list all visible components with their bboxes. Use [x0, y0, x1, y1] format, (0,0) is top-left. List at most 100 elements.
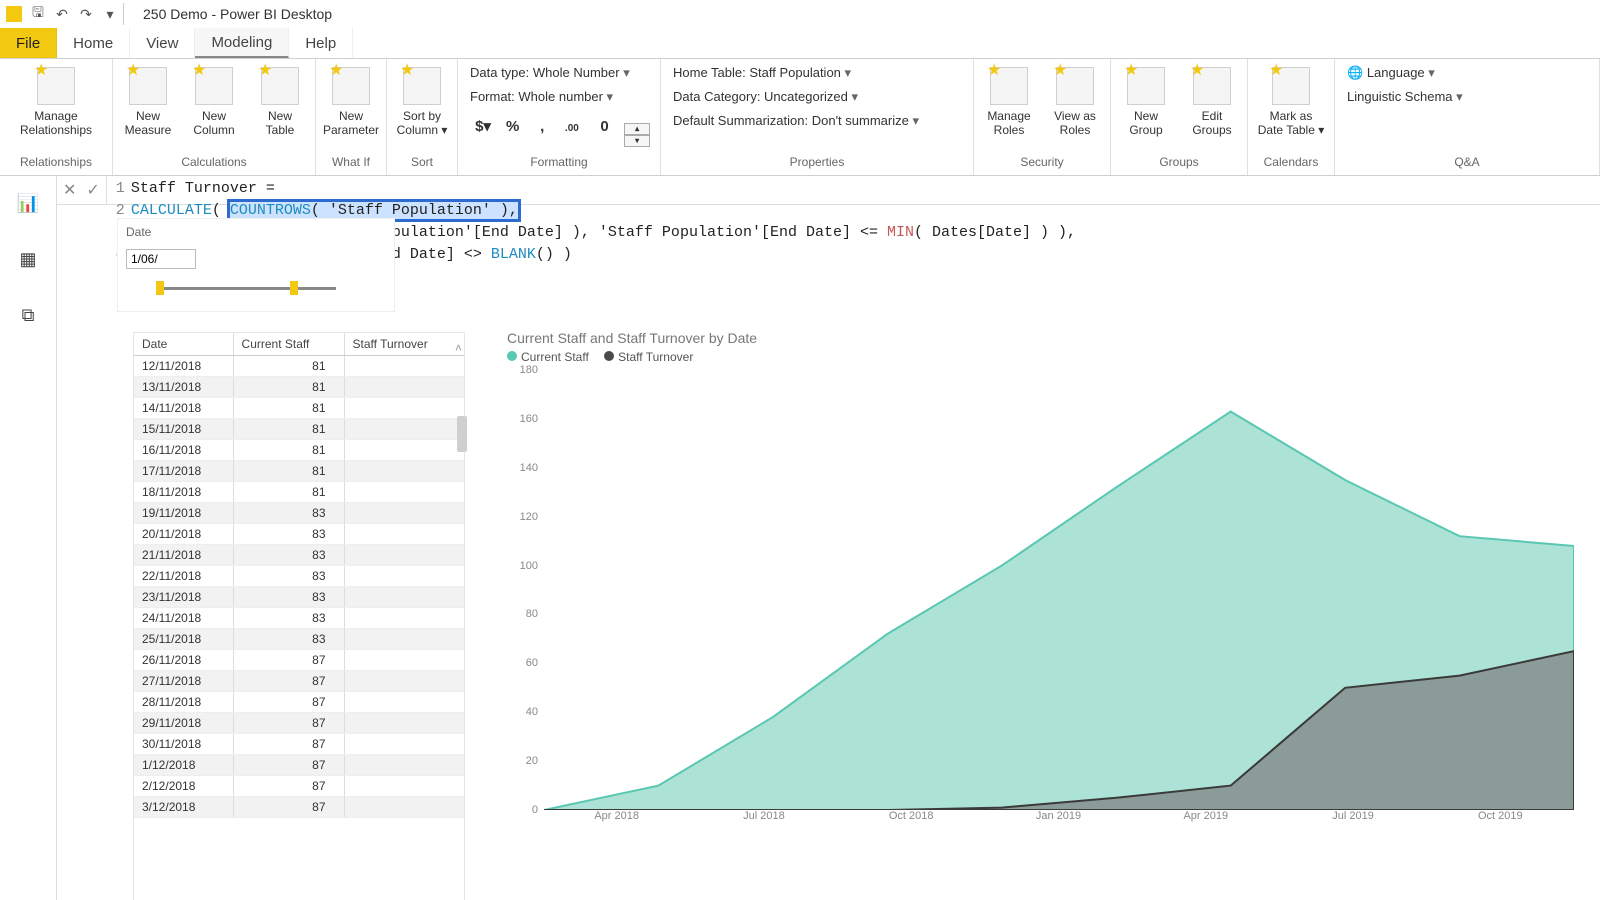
date-slicer[interactable]: Date: [117, 218, 395, 312]
table-row[interactable]: 21/11/201883: [134, 545, 464, 566]
data-type-dropdown[interactable]: Data type: Whole Number: [470, 65, 630, 80]
sort-by-column-button[interactable]: Sort by Column ▾: [393, 61, 451, 137]
chart-visual[interactable]: Current Staff and Staff Turnover by Date…: [497, 326, 1590, 900]
table-row[interactable]: 29/11/201887: [134, 713, 464, 734]
new-table-button[interactable]: New Table: [251, 61, 309, 137]
slicer-slider[interactable]: [126, 279, 336, 297]
table-row[interactable]: 15/11/201881: [134, 419, 464, 440]
table-row[interactable]: 26/11/201887: [134, 650, 464, 671]
table-row[interactable]: 20/11/201883: [134, 524, 464, 545]
table-row[interactable]: 23/11/201883: [134, 587, 464, 608]
commit-formula-button[interactable]: ✓: [86, 180, 99, 200]
mark-as-date-table-button[interactable]: Mark as Date Table ▾: [1254, 61, 1328, 137]
table-cell: [344, 692, 464, 713]
y-tick: 20: [508, 755, 538, 767]
table-row[interactable]: 2/12/201887: [134, 776, 464, 797]
label: New Parameter: [323, 109, 379, 137]
col-staff-turnover[interactable]: Staff Turnover: [344, 333, 464, 356]
decimals-input[interactable]: 0: [589, 114, 621, 140]
view-as-roles-button[interactable]: View as Roles: [1046, 61, 1104, 137]
report-canvas[interactable]: ✕ ✓ 1Staff Turnover = 2CALCULATE( COUNTR…: [57, 176, 1600, 900]
formula-editor[interactable]: 1Staff Turnover = 2CALCULATE( COUNTROWS(…: [107, 176, 1600, 204]
format-dropdown[interactable]: Format: Whole number: [470, 89, 613, 104]
table-row[interactable]: 19/11/201883: [134, 503, 464, 524]
table-cell: 81: [233, 377, 344, 398]
thousands-button[interactable]: ,: [529, 114, 555, 140]
table-visual[interactable]: ˄ Date Current Staff Staff Turnover 12/1…: [133, 332, 465, 900]
table-row[interactable]: 17/11/201881: [134, 461, 464, 482]
legend-current-staff: Current Staff: [521, 350, 589, 364]
tab-home[interactable]: Home: [57, 28, 130, 58]
x-tick: Oct 2019: [1427, 810, 1574, 832]
group-name: Security: [980, 155, 1104, 173]
slider-handle-end[interactable]: [290, 281, 298, 295]
manage-roles-button[interactable]: Manage Roles: [980, 61, 1038, 137]
table-row[interactable]: 30/11/201887: [134, 734, 464, 755]
undo-button[interactable]: ↶: [51, 3, 73, 25]
table-row[interactable]: 13/11/201881: [134, 377, 464, 398]
language-dropdown[interactable]: Language: [1367, 65, 1435, 80]
currency-button[interactable]: $▾: [470, 113, 496, 139]
table-row[interactable]: 24/11/201883: [134, 608, 464, 629]
y-tick: 0: [508, 804, 538, 816]
table-cell: 27/11/2018: [134, 671, 233, 692]
table-row[interactable]: 12/11/201881: [134, 356, 464, 377]
table-row[interactable]: 14/11/201881: [134, 398, 464, 419]
redo-button[interactable]: ↷: [75, 3, 97, 25]
col-current-staff[interactable]: Current Staff: [233, 333, 344, 356]
linguistic-schema-dropdown[interactable]: Linguistic Schema: [1347, 89, 1463, 104]
table-row[interactable]: 1/12/201887: [134, 755, 464, 776]
decimal-inc-button[interactable]: .00: [559, 116, 585, 142]
table-cell: [344, 356, 464, 377]
slicer-date-input[interactable]: [126, 249, 196, 269]
table-cell: [344, 545, 464, 566]
table-cell: [344, 377, 464, 398]
new-column-button[interactable]: New Column: [185, 61, 243, 137]
label: Manage Relationships: [20, 109, 92, 137]
table-cell: 81: [233, 398, 344, 419]
table-cell: 3/12/2018: [134, 797, 233, 818]
edit-groups-icon: [1193, 67, 1231, 105]
save-button[interactable]: 🖫: [27, 3, 49, 25]
cancel-formula-button[interactable]: ✕: [63, 180, 76, 200]
table-cell: [344, 797, 464, 818]
report-view-button[interactable]: 📊: [13, 190, 43, 216]
qat-overflow-button[interactable]: ▾: [99, 3, 121, 25]
table-row[interactable]: 16/11/201881: [134, 440, 464, 461]
data-category-dropdown[interactable]: Data Category: Uncategorized: [673, 89, 858, 104]
table-cell: [344, 419, 464, 440]
slider-handle-start[interactable]: [156, 281, 164, 295]
data-view-button[interactable]: ▦: [13, 246, 43, 272]
model-view-button[interactable]: ⧉: [13, 302, 43, 328]
formula-bar[interactable]: ✕ ✓ 1Staff Turnover = 2CALCULATE( COUNTR…: [57, 176, 1600, 205]
label: Manage Roles: [987, 109, 1030, 137]
new-measure-button[interactable]: New Measure: [119, 61, 177, 137]
decimals-spinner[interactable]: ▴▾: [624, 122, 650, 148]
scrollbar-thumb[interactable]: [457, 416, 467, 452]
table-row[interactable]: 18/11/201881: [134, 482, 464, 503]
file-tab[interactable]: File: [0, 28, 57, 58]
tab-modeling[interactable]: Modeling: [195, 28, 289, 58]
summarization-dropdown[interactable]: Default Summarization: Don't summarize: [673, 113, 919, 128]
new-group-button[interactable]: New Group: [1117, 61, 1175, 137]
table-cell: 19/11/2018: [134, 503, 233, 524]
scroll-up-icon[interactable]: ˄: [455, 341, 462, 355]
percent-button[interactable]: %: [500, 114, 526, 140]
col-date[interactable]: Date: [134, 333, 233, 356]
new-parameter-button[interactable]: New Parameter: [322, 61, 380, 137]
table-row[interactable]: 28/11/201887: [134, 692, 464, 713]
table-row[interactable]: 27/11/201887: [134, 671, 464, 692]
home-table-dropdown[interactable]: Home Table: Staff Population: [673, 65, 851, 80]
table-cell: 83: [233, 608, 344, 629]
table-row[interactable]: 25/11/201883: [134, 629, 464, 650]
table-cell: 23/11/2018: [134, 587, 233, 608]
table-row[interactable]: 3/12/201887: [134, 797, 464, 818]
label: New Table: [266, 109, 295, 137]
column-icon: [195, 67, 233, 105]
tab-view[interactable]: View: [130, 28, 195, 58]
tab-help[interactable]: Help: [289, 28, 353, 58]
label: Mark as Date Table ▾: [1258, 109, 1325, 137]
manage-relationships-button[interactable]: Manage Relationships: [12, 61, 100, 137]
table-row[interactable]: 22/11/201883: [134, 566, 464, 587]
edit-groups-button[interactable]: Edit Groups: [1183, 61, 1241, 137]
